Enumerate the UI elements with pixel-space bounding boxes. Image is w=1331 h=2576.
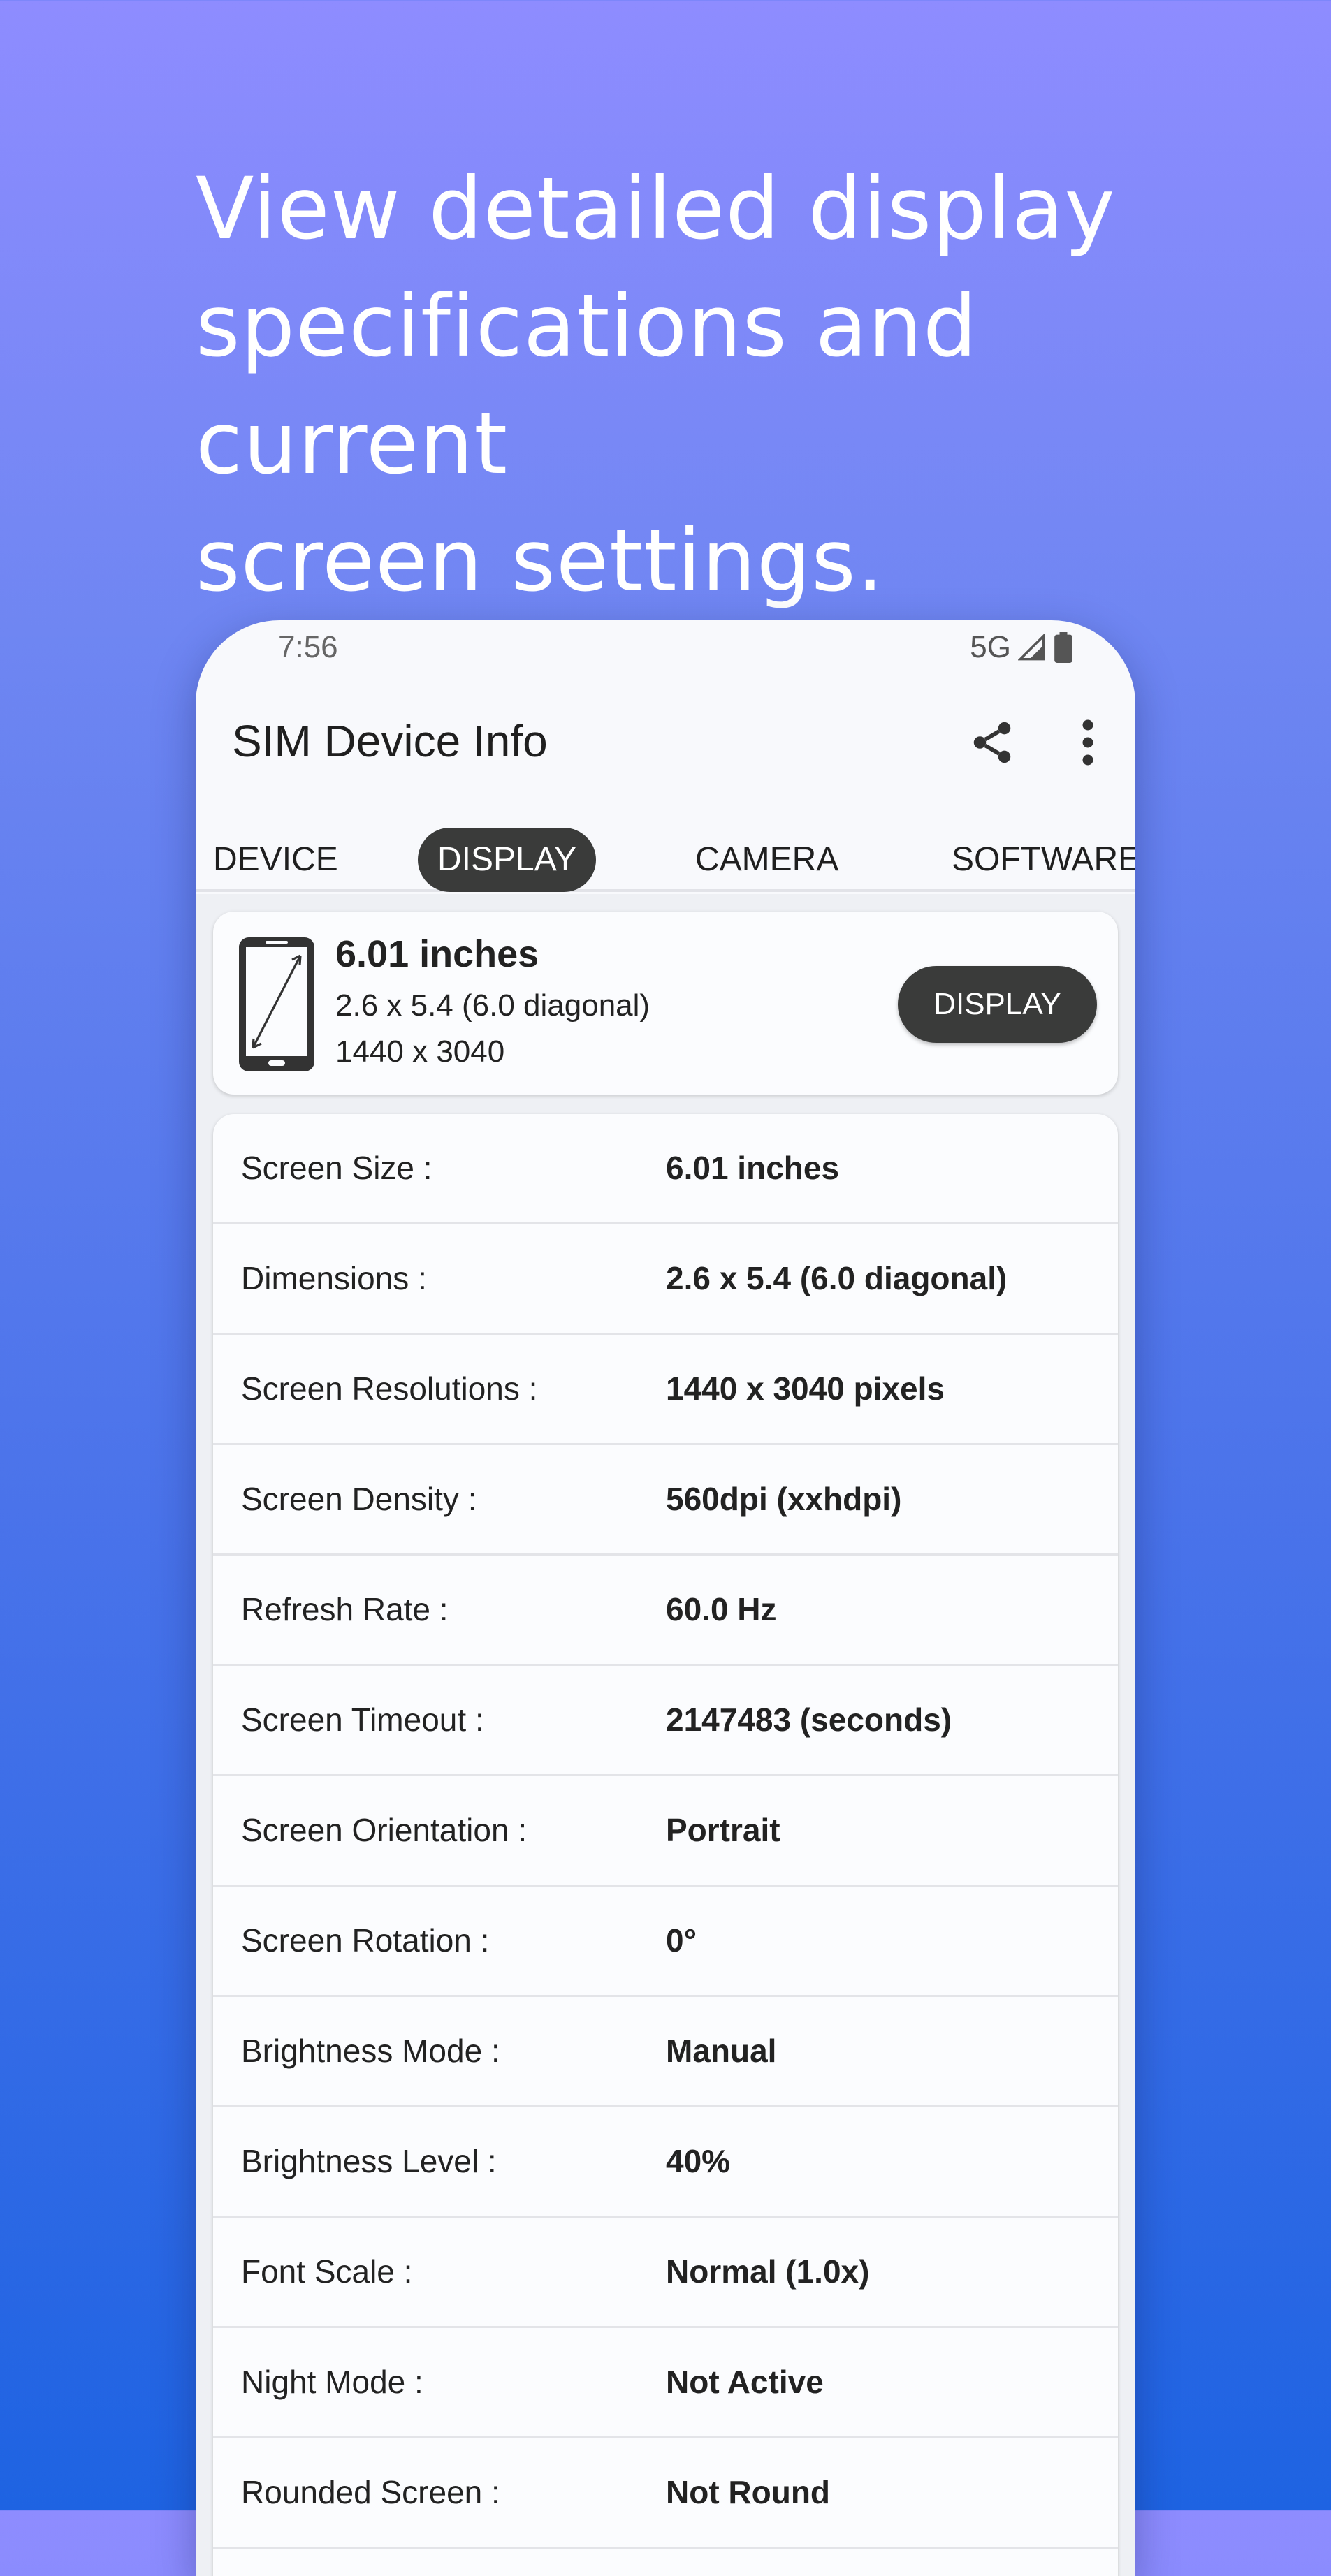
headline-line-1: View detailed display bbox=[196, 159, 1116, 258]
display-content: 6.01 inches 2.6 x 5.4 (6.0 diagonal) 144… bbox=[196, 894, 1135, 2576]
summary-screen-size: 6.01 inches bbox=[335, 933, 539, 975]
spec-value: 60.0 Hz bbox=[666, 1591, 777, 1627]
spec-value: Manual bbox=[666, 2033, 777, 2069]
phone-diagonal-icon bbox=[239, 937, 314, 1071]
spec-label: Screen Density : bbox=[241, 1481, 477, 1517]
more-vert-icon[interactable] bbox=[1074, 718, 1102, 767]
tab-device[interactable]: DEVICE bbox=[213, 828, 338, 892]
spec-row-screen-timeout: Screen Timeout : 2147483 (seconds) bbox=[213, 1666, 1118, 1776]
spec-value: 560dpi (xxhdpi) bbox=[666, 1481, 902, 1517]
spec-row-screen-size: Screen Size : 6.01 inches bbox=[213, 1114, 1118, 1224]
status-indicators: 5G bbox=[970, 630, 1074, 665]
spec-row-brightness-mode: Brightness Mode : Manual bbox=[213, 1997, 1118, 2107]
status-time: 7:56 bbox=[278, 630, 338, 664]
spec-label: Screen Rotation : bbox=[241, 1922, 490, 1959]
spec-label: Screen Timeout : bbox=[241, 1702, 484, 1738]
spec-label: Brightness Level : bbox=[241, 2143, 497, 2179]
battery-icon bbox=[1054, 632, 1072, 663]
spec-value: 2147483 (seconds) bbox=[666, 1702, 952, 1738]
spec-label: Dimensions : bbox=[241, 1260, 427, 1296]
app-title: SIM Device Info bbox=[232, 716, 548, 766]
display-button[interactable]: DISPLAY bbox=[898, 966, 1097, 1043]
spec-row-font-scale: Font Scale : Normal (1.0x) bbox=[213, 2218, 1118, 2328]
spec-row-brightness-level: Brightness Level : 40% bbox=[213, 2107, 1118, 2218]
summary-dimensions: 2.6 x 5.4 (6.0 diagonal) bbox=[335, 988, 650, 1023]
spec-value: 1440 x 3040 pixels bbox=[666, 1370, 945, 1407]
spec-value: 6.01 inches bbox=[666, 1150, 840, 1186]
signal-icon bbox=[1018, 634, 1045, 661]
spec-row-screen-resolutions: Screen Resolutions : 1440 x 3040 pixels bbox=[213, 1335, 1118, 1445]
tab-display[interactable]: DISPLAY bbox=[418, 828, 597, 892]
phone-screen: 7:56 5G SIM Device Info DEVICE DISPLAY C… bbox=[196, 620, 1135, 2576]
spec-row-rounded-screen: Rounded Screen : Not Round bbox=[213, 2438, 1118, 2549]
share-icon[interactable] bbox=[968, 718, 1017, 767]
spec-label: Screen Orientation : bbox=[241, 1812, 528, 1848]
spec-label: Brightness Mode : bbox=[241, 2033, 500, 2069]
summary-resolution: 1440 x 3040 bbox=[335, 1034, 505, 1069]
spec-label: Rounded Screen : bbox=[241, 2474, 500, 2510]
headline-line-3: screen settings. bbox=[196, 511, 885, 610]
status-bar: 7:56 5G bbox=[196, 620, 1135, 676]
spec-label: Screen Size : bbox=[241, 1150, 432, 1186]
spec-label: Refresh Rate : bbox=[241, 1591, 449, 1627]
spec-row-night-mode: Night Mode : Not Active bbox=[213, 2328, 1118, 2438]
display-specs-list: Screen Size : 6.01 inches Dimensions : 2… bbox=[213, 1114, 1118, 2576]
spec-value: Portrait bbox=[666, 1812, 780, 1848]
spec-label: Font Scale : bbox=[241, 2253, 413, 2290]
network-type: 5G bbox=[970, 630, 1011, 664]
tab-software[interactable]: SOFTWARE bbox=[952, 828, 1135, 892]
spec-value: Not Active bbox=[666, 2364, 824, 2400]
spec-label: Night Mode : bbox=[241, 2364, 423, 2400]
spec-value: 40% bbox=[666, 2143, 731, 2179]
spec-label: Screen Resolutions : bbox=[241, 1370, 538, 1407]
spec-row-screen-rotation: Screen Rotation : 0° bbox=[213, 1887, 1118, 1997]
spec-row-refresh-rate: Refresh Rate : 60.0 Hz bbox=[213, 1556, 1118, 1666]
app-bar: SIM Device Info bbox=[196, 690, 1135, 795]
spec-row-dimensions: Dimensions : 2.6 x 5.4 (6.0 diagonal) bbox=[213, 1224, 1118, 1335]
spec-row-screen-orientation: Screen Orientation : Portrait bbox=[213, 1776, 1118, 1887]
tab-camera[interactable]: CAMERA bbox=[695, 828, 838, 892]
spec-value: 0° bbox=[666, 1922, 697, 1959]
tab-bar: DEVICE DISPLAY CAMERA SOFTWARE bbox=[196, 819, 1135, 892]
spec-value: 2.6 x 5.4 (6.0 diagonal) bbox=[666, 1260, 1008, 1296]
spec-value: Not Round bbox=[666, 2474, 831, 2510]
headline-line-2: specifications and current bbox=[196, 277, 978, 493]
display-summary-card: 6.01 inches 2.6 x 5.4 (6.0 diagonal) 144… bbox=[213, 912, 1118, 1095]
promo-headline: View detailed display specifications and… bbox=[196, 150, 1174, 620]
spec-row-screen-density: Screen Density : 560dpi (xxhdpi) bbox=[213, 1445, 1118, 1556]
spec-value: Normal (1.0x) bbox=[666, 2253, 870, 2290]
